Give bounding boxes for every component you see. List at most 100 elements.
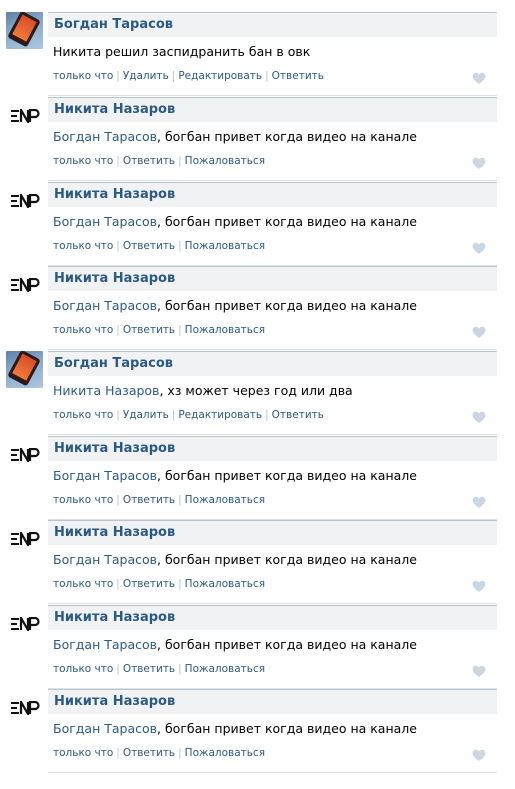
heart-icon <box>472 580 486 592</box>
comment-text: Богдан Тарасов, богбан привет когда виде… <box>53 721 417 736</box>
reply-button[interactable]: Ответить <box>272 409 324 421</box>
mention-link[interactable]: Богдан Тарасов <box>53 721 157 736</box>
avatar-logo[interactable] <box>6 605 43 642</box>
report-button[interactable]: Пожаловаться <box>185 494 265 506</box>
author-name[interactable]: Никита Назаров <box>54 271 175 286</box>
mention-link[interactable]: Богдан Тарасов <box>53 637 157 652</box>
report-button[interactable]: Пожаловаться <box>185 324 265 336</box>
report-button[interactable]: Пожаловаться <box>185 155 265 167</box>
avatar-logo[interactable] <box>6 266 43 303</box>
action-separator: | <box>178 747 182 759</box>
timestamp-link[interactable]: только что <box>53 663 113 675</box>
like-button[interactable] <box>472 240 486 254</box>
comment-body: , богбан привет когда видео на канале <box>157 298 417 313</box>
comment-body: Никита решил заспидранить бан в овк <box>53 44 311 59</box>
timestamp-link[interactable]: только что <box>53 240 113 252</box>
like-button[interactable] <box>472 324 486 338</box>
edit-button[interactable]: Редактировать <box>178 70 262 82</box>
heart-icon <box>472 326 486 338</box>
action-separator: | <box>265 70 269 82</box>
action-separator: | <box>116 494 120 506</box>
avatar-image <box>7 12 41 48</box>
comment-body: , богбан привет когда видео на канале <box>157 468 417 483</box>
timestamp-link[interactable]: только что <box>53 409 113 421</box>
report-button[interactable]: Пожаловаться <box>185 240 265 252</box>
like-button[interactable] <box>472 70 486 84</box>
like-button[interactable] <box>472 494 486 508</box>
comment-item: Никита Назаров Богдан Тарасов, богбан при… <box>0 605 515 689</box>
avatar-logo[interactable] <box>6 520 43 557</box>
author-name[interactable]: Богдан Тарасов <box>54 17 173 32</box>
report-button[interactable]: Пожаловаться <box>185 663 265 675</box>
reply-button[interactable]: Ответить <box>123 240 175 252</box>
reply-button[interactable]: Ответить <box>123 155 175 167</box>
like-button[interactable] <box>472 155 486 169</box>
mention-link[interactable]: Богдан Тарасов <box>53 298 157 313</box>
comment-item: Никита Назаров Богдан Тарасов, богбан при… <box>0 182 515 266</box>
author-name[interactable]: Никита Назаров <box>54 441 175 456</box>
timestamp-link[interactable]: только что <box>53 155 113 167</box>
heart-icon <box>472 157 486 169</box>
timestamp-link[interactable]: только что <box>53 324 113 336</box>
divider <box>48 349 497 350</box>
reply-button[interactable]: Ответить <box>123 494 175 506</box>
author-name[interactable]: Никита Назаров <box>54 102 175 117</box>
heart-icon <box>472 665 486 677</box>
report-button[interactable]: Пожаловаться <box>185 578 265 590</box>
comment-text: Богдан Тарасов, богбан привет когда виде… <box>53 214 417 229</box>
reply-button[interactable]: Ответить <box>123 578 175 590</box>
mention-link[interactable]: Богдан Тарасов <box>53 552 157 567</box>
comment-header: Никита Назаров <box>48 436 497 461</box>
author-name[interactable]: Никита Назаров <box>54 694 175 709</box>
author-name[interactable]: Богдан Тарасов <box>54 356 173 371</box>
comment-text: Богдан Тарасов, богбан привет когда виде… <box>53 468 417 483</box>
timestamp-link[interactable]: только что <box>53 747 113 759</box>
mention-link[interactable]: Богдан Тарасов <box>53 129 157 144</box>
reply-button[interactable]: Ответить <box>123 747 175 759</box>
timestamp-link[interactable]: только что <box>53 578 113 590</box>
author-name[interactable]: Никита Назаров <box>54 525 175 540</box>
like-button[interactable] <box>472 663 486 677</box>
timestamp-link[interactable]: только что <box>53 494 113 506</box>
heart-icon <box>472 411 486 423</box>
heart-icon <box>472 496 486 508</box>
comment-item: Никита Назаров Богдан Тарасов, богбан при… <box>0 689 515 773</box>
avatar-logo[interactable] <box>6 182 43 219</box>
avatar-logo[interactable] <box>6 436 43 473</box>
like-button[interactable] <box>472 578 486 592</box>
timestamp-link[interactable]: только что <box>53 70 113 82</box>
avatar-photo[interactable] <box>6 12 43 49</box>
like-button[interactable] <box>472 409 486 423</box>
action-separator: | <box>171 409 176 421</box>
reply-button[interactable]: Ответить <box>123 663 175 675</box>
like-button[interactable] <box>472 747 486 761</box>
author-name[interactable]: Никита Назаров <box>54 187 175 202</box>
mention-link[interactable]: Никита Назаров <box>53 383 159 398</box>
delete-button[interactable]: Удалить <box>123 409 169 421</box>
action-separator: | <box>116 578 120 590</box>
np-logo-icon <box>10 700 40 715</box>
author-name[interactable]: Никита Назаров <box>54 610 175 625</box>
avatar-logo[interactable] <box>6 689 43 726</box>
mention-link[interactable]: Богдан Тарасов <box>53 468 157 483</box>
action-separator: | <box>116 324 120 336</box>
edit-button[interactable]: Редактировать <box>178 409 262 421</box>
action-separator: | <box>178 155 182 167</box>
action-separator: | <box>178 578 182 590</box>
comment-text: Богдан Тарасов, богбан привет когда виде… <box>53 298 417 313</box>
heart-icon <box>472 749 486 761</box>
mention-link[interactable]: Богдан Тарасов <box>53 214 157 229</box>
report-button[interactable]: Пожаловаться <box>185 747 265 759</box>
comment-text: Богдан Тарасов, богбан привет когда виде… <box>53 129 417 144</box>
comment-actions: только что | Удалить | Редактировать | Ответит… <box>53 70 324 82</box>
action-separator: | <box>116 240 120 252</box>
avatar-image <box>7 351 41 387</box>
avatar-photo[interactable] <box>6 351 43 388</box>
comment-text: Никита решил заспидранить бан в овк <box>53 44 310 59</box>
comment-header: Никита Назаров <box>48 605 497 630</box>
comment-actions: только что | Ответить | Пожаловаться <box>53 747 265 759</box>
reply-button[interactable]: Ответить <box>123 324 175 336</box>
avatar-logo[interactable] <box>6 97 43 134</box>
delete-button[interactable]: Удалить <box>123 70 169 82</box>
reply-button[interactable]: Ответить <box>272 70 324 82</box>
